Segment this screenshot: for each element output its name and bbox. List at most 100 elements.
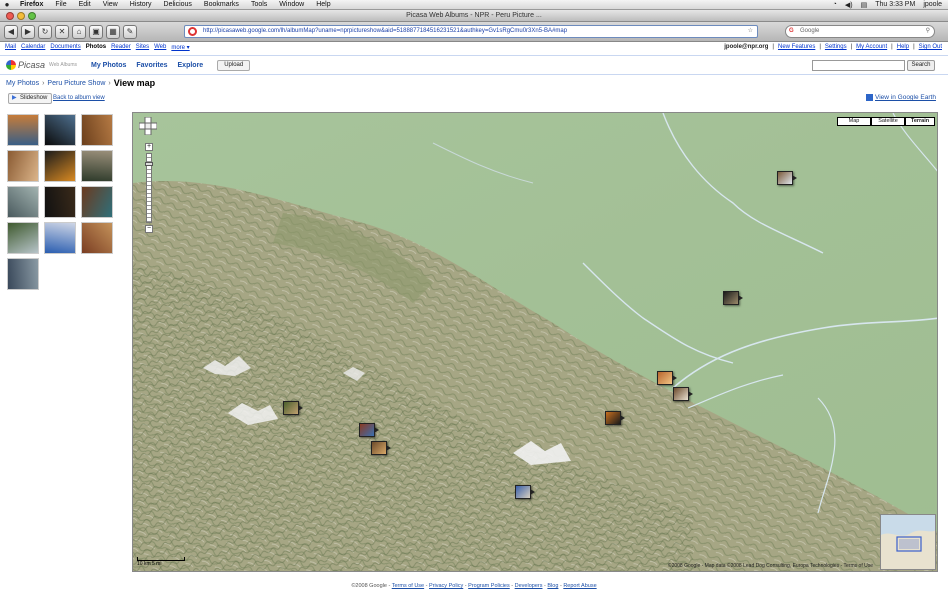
photo-marker[interactable] <box>359 423 379 437</box>
map-type-terrain-button[interactable]: Terrain <box>905 117 935 126</box>
menu-bookmarks[interactable]: Bookmarks <box>198 1 245 8</box>
gbar-web[interactable]: Web <box>154 44 166 50</box>
photo-thumbnail[interactable] <box>81 150 113 182</box>
photo-thumbnail[interactable] <box>81 222 113 254</box>
sign-out-link[interactable]: Sign Out <box>919 44 942 50</box>
gbar-mail[interactable]: Mail <box>5 44 16 50</box>
map-type-map-button[interactable]: Map <box>837 117 871 126</box>
menu-help[interactable]: Help <box>310 1 336 8</box>
help-link[interactable]: Help <box>897 44 909 50</box>
slideshow-button[interactable]: Slideshow <box>8 93 53 104</box>
menu-user[interactable]: jpoole <box>923 1 942 8</box>
photo-thumbnail[interactable] <box>7 222 39 254</box>
upload-button[interactable]: Upload <box>217 59 251 71</box>
footer-report-abuse-link[interactable]: Report Abuse <box>563 583 596 589</box>
menu-view[interactable]: View <box>97 1 124 8</box>
browser-search-placeholder: Google <box>800 28 820 34</box>
gbar-sites[interactable]: Sites <box>136 44 149 50</box>
zoom-window-button[interactable] <box>28 12 36 20</box>
zoom-slider-thumb[interactable] <box>145 162 153 166</box>
minimize-window-button[interactable] <box>17 12 25 20</box>
my-account-link[interactable]: My Account <box>856 44 887 50</box>
photo-thumbnail[interactable] <box>44 186 76 218</box>
new-features-link[interactable]: New Features <box>778 44 815 50</box>
map-pan-control[interactable] <box>139 117 157 135</box>
photo-thumbnail[interactable] <box>7 186 39 218</box>
view-in-google-earth-link[interactable]: View in Google Earth <box>866 94 936 101</box>
menu-window[interactable]: Window <box>273 1 310 8</box>
apple-icon[interactable]: ● <box>0 0 14 9</box>
home-button[interactable]: ⌂ <box>72 24 86 39</box>
tag-button[interactable]: ✎ <box>123 24 137 39</box>
picasa-logo-icon <box>6 60 16 70</box>
photo-thumbnail[interactable] <box>7 114 39 146</box>
photo-thumbnail[interactable] <box>44 114 76 146</box>
gbar-reader[interactable]: Reader <box>111 44 131 50</box>
url-bar[interactable]: http://picasaweb.google.com/lh/albumMap?… <box>184 25 758 38</box>
photo-marker[interactable] <box>515 485 535 499</box>
os-menu-bar: ● Firefox File Edit View History Delicio… <box>0 0 948 10</box>
menu-delicious[interactable]: Delicious <box>158 1 198 8</box>
site-favicon-icon <box>188 27 197 36</box>
menu-clock[interactable]: Thu 3:33 PM <box>875 1 915 8</box>
footer-terms-link[interactable]: Terms of Use <box>392 583 424 589</box>
breadcrumb-album[interactable]: Peru Picture Show <box>47 80 105 87</box>
search-photos-button[interactable]: Search <box>907 60 935 71</box>
photo-thumbnail[interactable] <box>81 186 113 218</box>
delicious-button[interactable]: ▦ <box>106 24 120 39</box>
photo-marker[interactable] <box>723 291 743 305</box>
zoom-in-button[interactable]: + <box>145 143 153 151</box>
photo-marker[interactable] <box>673 387 693 401</box>
photo-marker[interactable] <box>371 441 391 455</box>
map-type-satellite-button[interactable]: Satellite <box>871 117 905 126</box>
bookmarks-button[interactable]: ▣ <box>89 24 103 39</box>
reload-button[interactable]: ↻ <box>38 24 52 39</box>
scale-label-km: 10 km <box>137 561 151 567</box>
photo-thumbnail[interactable] <box>7 258 39 290</box>
menu-tools[interactable]: Tools <box>245 1 273 8</box>
magnifier-icon[interactable]: ⚲ <box>926 26 930 37</box>
photo-map[interactable]: Map Satellite Terrain + − 10 km 5 mi ©20… <box>132 112 938 572</box>
search-photos-input[interactable] <box>812 60 905 71</box>
zoom-slider[interactable] <box>145 153 153 223</box>
browser-search-input[interactable]: G Google ⚲ <box>785 25 935 38</box>
menu-app[interactable]: Firefox <box>14 1 49 8</box>
bookmark-star-icon[interactable]: ☆ <box>748 26 753 37</box>
photo-thumbnail[interactable] <box>81 114 113 146</box>
settings-link[interactable]: Settings <box>825 44 847 50</box>
footer-blog-link[interactable]: Blog <box>547 583 558 589</box>
tab-my-photos[interactable]: My Photos <box>91 62 126 69</box>
photo-thumbnail[interactable] <box>7 150 39 182</box>
gbar-calendar[interactable]: Calendar <box>21 44 45 50</box>
forward-button[interactable]: ▶ <box>21 24 35 39</box>
footer-developers-link[interactable]: Developers <box>515 583 543 589</box>
close-window-button[interactable] <box>6 12 14 20</box>
back-button[interactable]: ◀ <box>4 24 18 39</box>
wifi-icon[interactable]: ◔ <box>833 1 837 8</box>
menu-file[interactable]: File <box>49 1 72 8</box>
flag-icon[interactable]: ▤ <box>861 1 868 9</box>
gbar-more[interactable]: more ▾ <box>171 44 189 51</box>
photo-marker[interactable] <box>777 171 797 185</box>
photo-thumbnail[interactable] <box>44 222 76 254</box>
footer-privacy-link[interactable]: Privacy Policy <box>429 583 463 589</box>
tab-explore[interactable]: Explore <box>178 62 204 69</box>
zoom-out-button[interactable]: − <box>145 225 153 233</box>
picasa-logo[interactable]: Picasa Web Albums <box>6 60 77 70</box>
map-zoom-control: + − <box>145 143 153 233</box>
photo-marker[interactable] <box>657 371 677 385</box>
tab-favorites[interactable]: Favorites <box>136 62 167 69</box>
gbar-documents[interactable]: Documents <box>50 44 80 50</box>
gbar-photos: Photos <box>85 44 107 50</box>
menu-history[interactable]: History <box>124 1 158 8</box>
overview-map[interactable] <box>880 514 936 570</box>
menu-edit[interactable]: Edit <box>73 1 97 8</box>
volume-icon[interactable]: ◀) <box>845 1 853 9</box>
breadcrumb-my-photos[interactable]: My Photos <box>6 80 39 87</box>
photo-marker[interactable] <box>605 411 625 425</box>
photo-thumbnail[interactable] <box>44 150 76 182</box>
footer-program-policies-link[interactable]: Program Policies <box>468 583 510 589</box>
back-to-album-link[interactable]: Back to album view <box>53 95 105 101</box>
stop-button[interactable]: ✕ <box>55 24 69 39</box>
photo-marker[interactable] <box>283 401 303 415</box>
